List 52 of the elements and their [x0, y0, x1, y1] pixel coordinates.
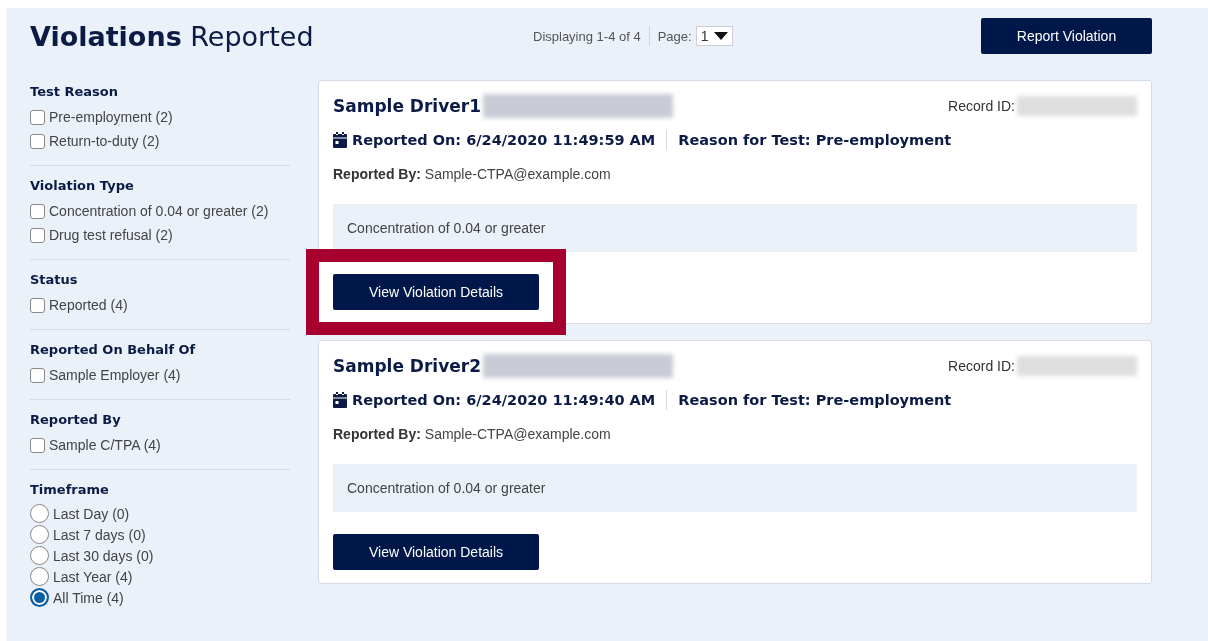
caret-down-icon	[714, 32, 729, 40]
filter-option-label: Last 30 days (0)	[53, 547, 154, 564]
filter-option-label: Pre-employment (2)	[49, 109, 173, 125]
filter-heading: Timeframe	[30, 482, 110, 497]
filter-option-label: Last 7 days (0)	[53, 526, 146, 543]
filter-heading: Reported By	[30, 412, 122, 427]
radio-button[interactable]	[30, 504, 49, 523]
driver-name: Sample Driver2	[333, 356, 482, 376]
radio-button[interactable]	[30, 588, 49, 607]
page-label: Page:	[657, 28, 692, 44]
checkbox[interactable]	[30, 133, 45, 149]
checkbox[interactable]	[30, 109, 45, 125]
reported-by-text: Reported By: Sample-CTPA@example.com	[333, 426, 612, 442]
page-select[interactable]: 1	[695, 26, 734, 46]
driver-name: Sample Driver1	[333, 96, 482, 116]
radio-button[interactable]	[30, 567, 49, 586]
filter-heading: Status	[30, 272, 79, 287]
filter-option-label: Drug test refusal (2)	[49, 227, 173, 243]
test-reason-text: Reason for Test: Pre-employment	[678, 392, 952, 408]
checkbox[interactable]	[30, 227, 45, 243]
filter-option-label: Return-to-duty (2)	[49, 133, 160, 149]
reported-on-text: Reported On: 6/24/2020 11:49:59 AM	[352, 132, 656, 148]
calendar-icon	[333, 392, 347, 408]
test-reason-text: Reason for Test: Pre-employment	[678, 132, 952, 148]
report-violation-button[interactable]: Report Violation	[981, 18, 1152, 54]
checkbox[interactable]	[30, 437, 45, 453]
calendar-icon	[333, 132, 347, 148]
filter-option-label: Last Year (4)	[53, 568, 133, 585]
filter-option-label: Reported (4)	[49, 297, 128, 313]
checkbox[interactable]	[30, 367, 45, 383]
filter-option-label: All Time (4)	[53, 589, 124, 606]
violation-type-panel: Concentration of 0.04 or greater	[333, 464, 1137, 512]
radio-button[interactable]	[30, 525, 49, 544]
filter-option-label: Concentration of 0.04 or greater (2)	[49, 203, 269, 219]
record-id-label: Record ID:	[948, 98, 1015, 114]
reported-by-text: Reported By: Sample-CTPA@example.com	[333, 166, 612, 182]
filter-option-label: Sample Employer (4)	[49, 367, 181, 383]
view-details-button[interactable]: View Violation Details	[333, 274, 539, 310]
page-title: Violations Reported	[30, 20, 315, 52]
record-id-label: Record ID:	[948, 358, 1015, 374]
checkbox[interactable]	[30, 297, 45, 313]
filter-option-label: Last Day (0)	[53, 505, 130, 522]
radio-button[interactable]	[30, 546, 49, 565]
view-details-button[interactable]: View Violation Details	[333, 534, 539, 570]
filter-heading: Test Reason	[30, 84, 119, 99]
results-summary: Displaying 1-4 of 4	[533, 28, 641, 44]
checkbox[interactable]	[30, 203, 45, 219]
filter-heading: Reported On Behalf Of	[30, 342, 197, 357]
violation-type-panel: Concentration of 0.04 or greater	[333, 204, 1137, 252]
filter-heading: Violation Type	[30, 178, 135, 193]
filter-option-label: Sample C/TPA (4)	[49, 437, 161, 453]
reported-on-text: Reported On: 6/24/2020 11:49:40 AM	[352, 392, 656, 408]
